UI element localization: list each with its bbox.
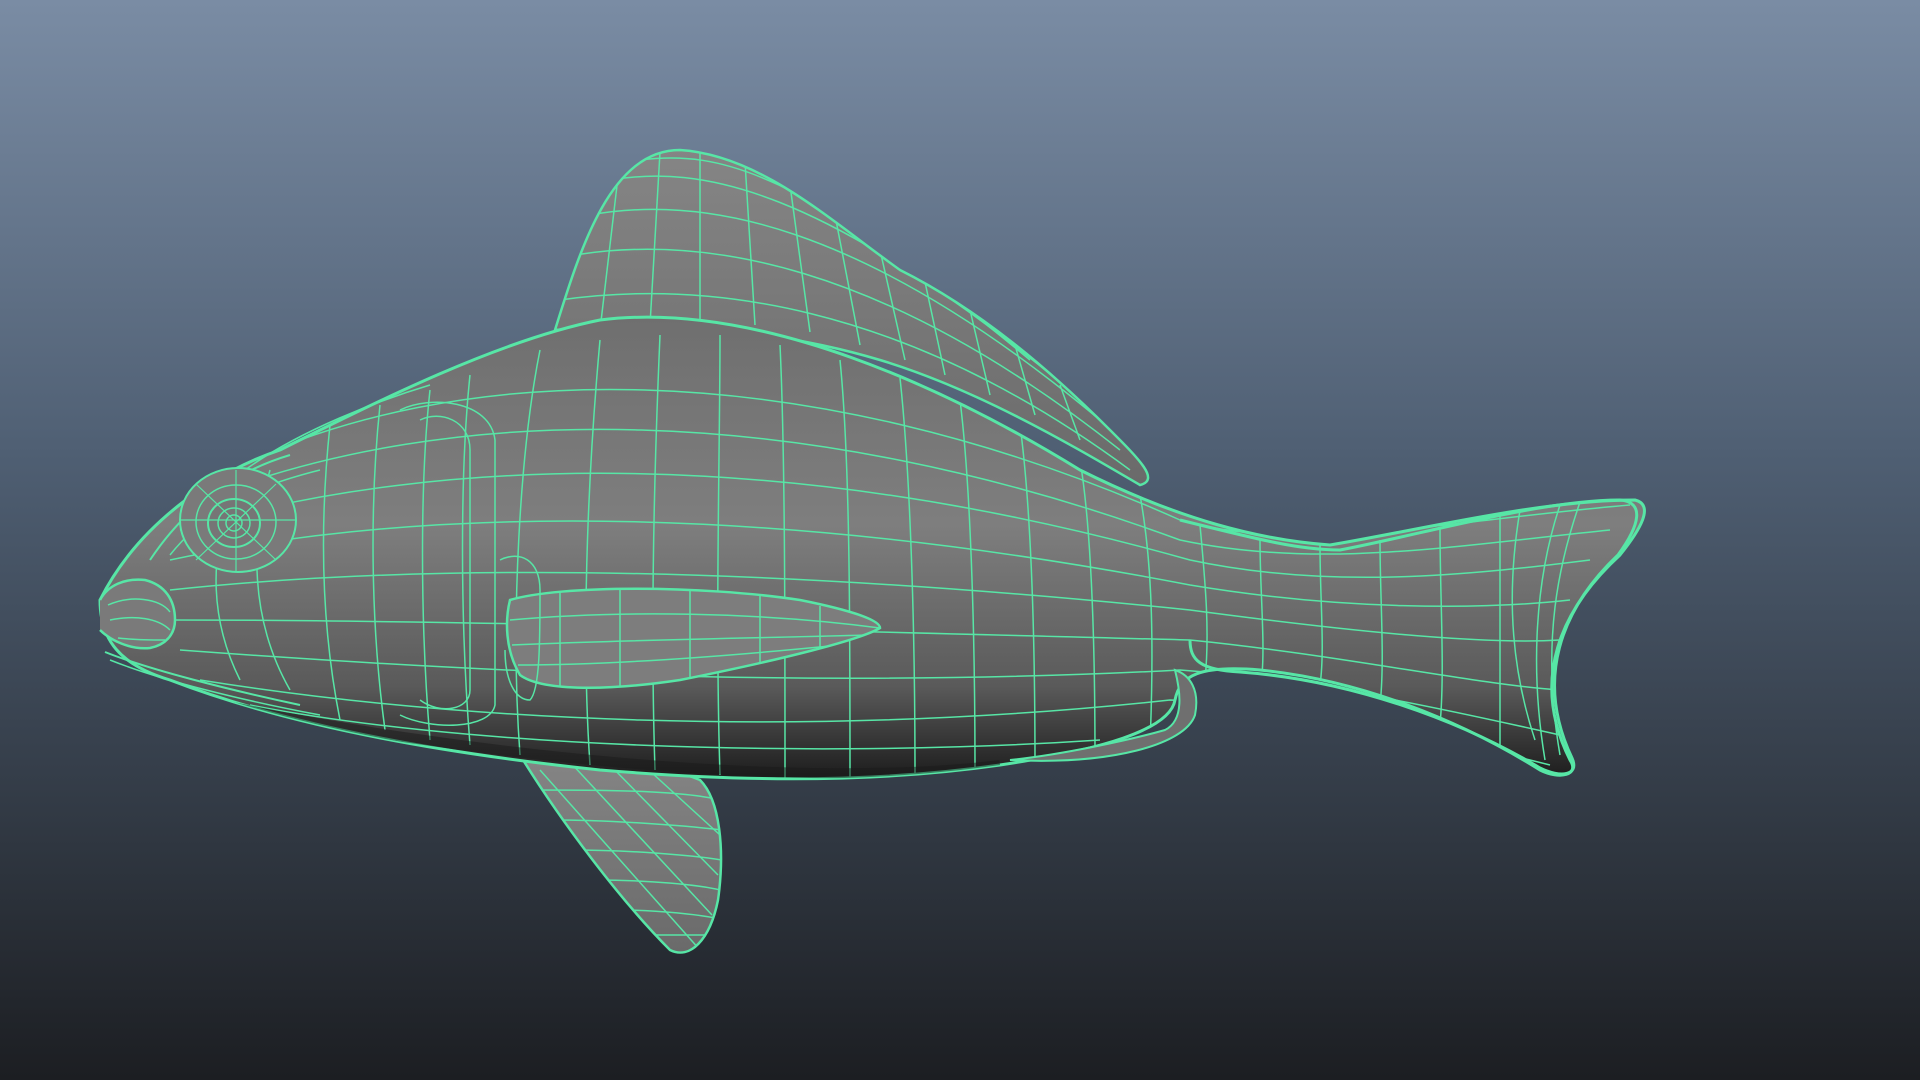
- fish-eye[interactable]: [179, 467, 297, 573]
- viewport-canvas[interactable]: [0, 0, 1920, 1080]
- 3d-viewport[interactable]: [0, 0, 1920, 1080]
